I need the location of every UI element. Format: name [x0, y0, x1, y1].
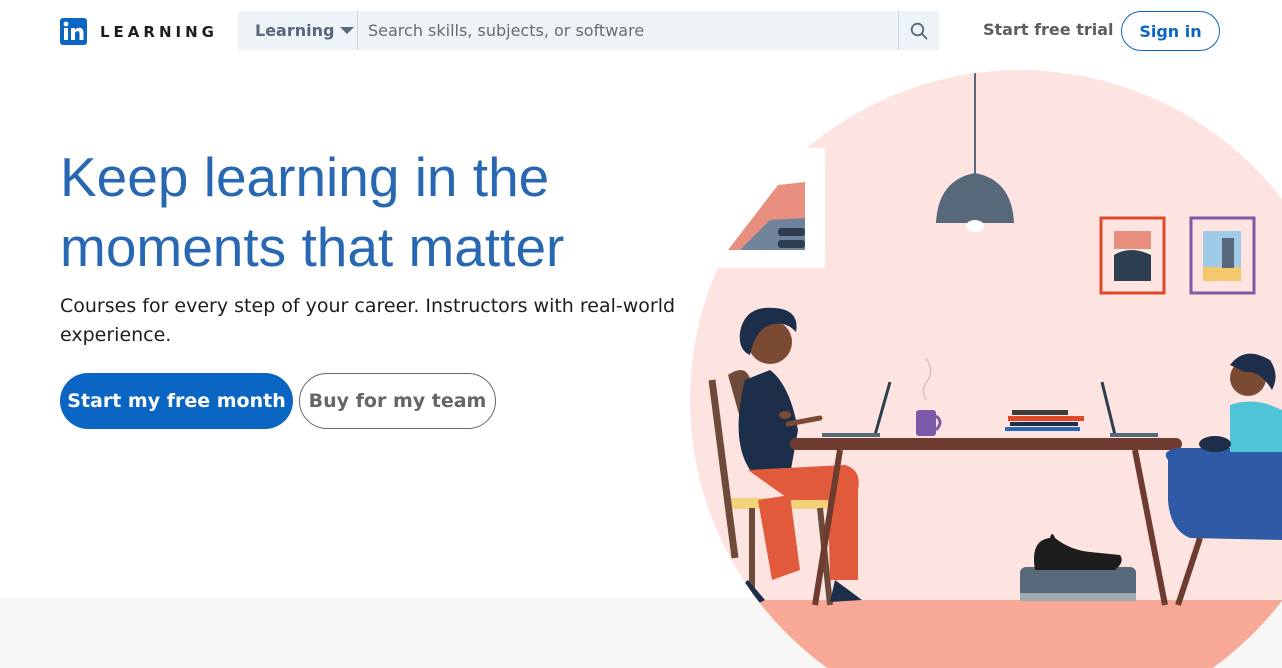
linkedin-logo-icon [60, 18, 87, 45]
search-bar: Learning [238, 11, 939, 50]
chevron-down-icon [340, 27, 355, 34]
hero-subtitle: Courses for every step of your career. I… [60, 295, 676, 346]
logo-text: LEARNING [100, 22, 218, 41]
start-free-trial-link[interactable]: Start free trial [983, 20, 1114, 39]
sign-in-button[interactable]: Sign in [1121, 11, 1220, 51]
scope-label: Learning [255, 21, 335, 40]
linkedin-learning-logo[interactable]: LEARNING [60, 18, 218, 45]
hero-illustration [690, 70, 1282, 668]
start-free-month-button[interactable]: Start my free month [60, 373, 293, 429]
search-input[interactable] [358, 11, 898, 50]
search-scope-dropdown[interactable]: Learning [238, 11, 358, 50]
search-icon [910, 22, 928, 39]
hero-title: Keep learning in the moments that matter [60, 146, 565, 278]
search-button[interactable] [898, 11, 939, 50]
buy-for-team-button[interactable]: Buy for my team [299, 373, 496, 429]
